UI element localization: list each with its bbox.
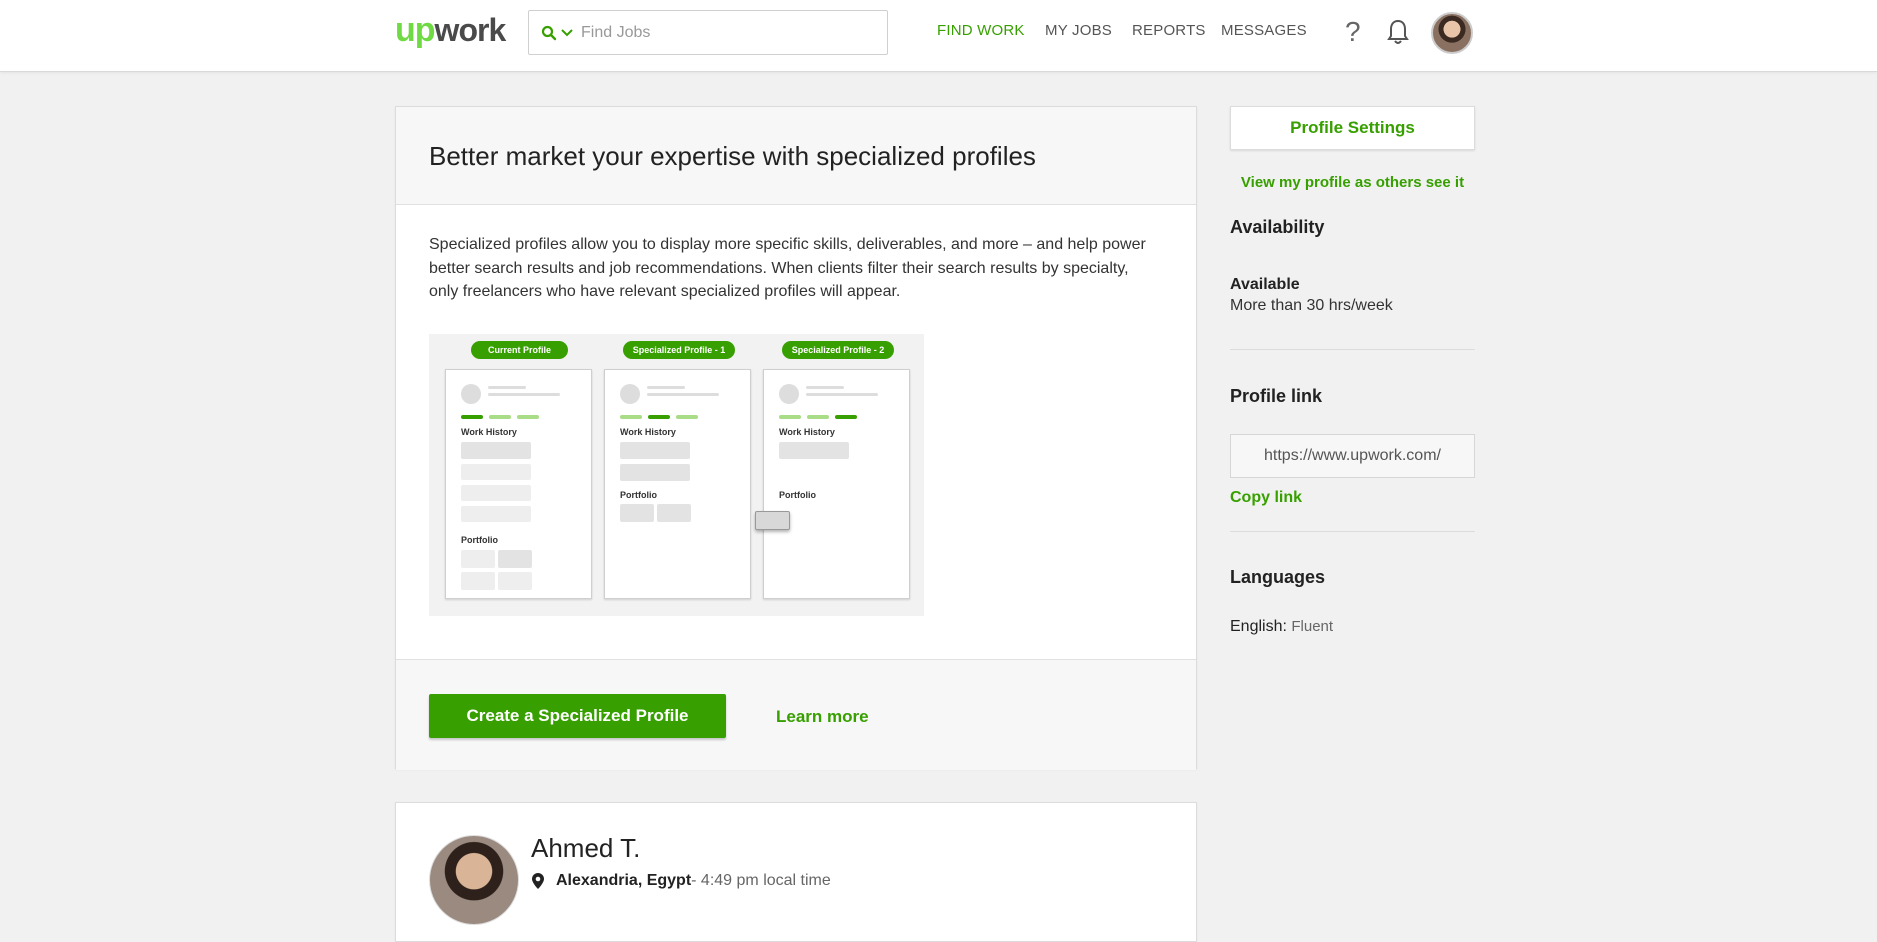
profile-card: Ahmed T. Alexandria, Egypt - 4:49 pm loc… — [395, 802, 1197, 942]
mockup-portfolio-label: Portfolio — [461, 534, 498, 545]
mockup-block — [461, 549, 495, 568]
profile-name: Ahmed T. — [531, 833, 641, 863]
create-specialized-profile-button[interactable]: Create a Specialized Profile — [429, 694, 726, 738]
profile-avatar — [429, 835, 519, 925]
bell-icon[interactable] — [1386, 18, 1410, 46]
profile-local-time: - 4:49 pm local time — [691, 872, 831, 889]
mockup-block — [620, 441, 690, 459]
logo-work: work — [434, 12, 507, 48]
mockup-block — [498, 571, 532, 590]
mockup-tab — [517, 414, 539, 419]
nav-messages[interactable]: MESSAGES — [1221, 22, 1307, 39]
mockup-block — [620, 503, 654, 522]
mockup-line — [647, 392, 719, 396]
mockup-block — [461, 571, 495, 590]
mockup-block — [498, 549, 532, 568]
availability-hours: More than 30 hrs/week — [1230, 297, 1393, 314]
mockup-tab — [489, 414, 511, 419]
logo-up: up — [395, 11, 436, 49]
user-avatar[interactable] — [1431, 12, 1473, 54]
profile-mockup-specialized-2: Work History Portfolio — [763, 368, 910, 599]
divider — [1230, 531, 1475, 532]
mockup-avatar — [620, 383, 640, 404]
mockup-work-history-label: Work History — [779, 426, 835, 437]
nav-find-work[interactable]: FIND WORK — [937, 22, 1025, 39]
divider — [1230, 349, 1475, 350]
mockup-line — [647, 385, 685, 389]
upwork-logo[interactable]: up work — [395, 11, 507, 51]
mockup-avatar — [461, 383, 481, 404]
profile-mockup-specialized-1: Work History Portfolio — [604, 368, 751, 599]
card-footer: Create a Specialized Profile Learn more — [396, 660, 1196, 770]
availability-heading: Availability — [1230, 217, 1325, 237]
search-icon — [541, 25, 557, 40]
promo-description: Specialized profiles allow you to displa… — [429, 236, 1146, 300]
mockup-tab — [461, 414, 483, 419]
mockup-block — [461, 441, 531, 459]
view-profile-as-others-link[interactable]: View my profile as others see it — [1230, 174, 1475, 191]
profile-mockup-current: Work History Portfolio — [445, 368, 592, 599]
location-pin-icon — [532, 873, 544, 889]
specialized-profiles-card: Better market your expertise with specia… — [395, 106, 1197, 770]
nav-reports[interactable]: REPORTS — [1132, 22, 1206, 39]
tag-specialized-profile-1: Specialized Profile - 1 — [623, 340, 735, 359]
search-type-dropdown[interactable] — [541, 25, 573, 41]
mockup-block — [620, 463, 690, 481]
language-entry: English: Fluent — [1230, 618, 1475, 636]
mockup-avatar — [779, 383, 799, 404]
specialized-profiles-illustration: Current Profile Work History Portfolio S… — [429, 333, 924, 616]
mockup-tab — [648, 414, 670, 419]
mockup-work-history-label: Work History — [620, 426, 676, 437]
mockup-line — [806, 392, 878, 396]
help-icon[interactable]: ? — [1345, 16, 1361, 48]
nav-my-jobs[interactable]: MY JOBS — [1045, 22, 1112, 39]
mockup-block — [461, 484, 531, 501]
mockup-tab — [779, 414, 801, 419]
promo-title: Better market your expertise with specia… — [429, 141, 1036, 171]
tag-current-profile: Current Profile — [471, 340, 568, 359]
mockup-portfolio-label: Portfolio — [779, 489, 816, 500]
chevron-down-icon — [561, 28, 573, 36]
mockup-tab — [676, 414, 698, 419]
top-navbar: upwork FIND WORK MY JOBS REPORTS MESSAGE… — [0, 0, 1877, 72]
mockup-block — [779, 441, 849, 459]
mockup-block — [461, 463, 531, 480]
tag-specialized-profile-2: Specialized Profile - 2 — [782, 340, 894, 359]
mockup-tab — [620, 414, 642, 419]
mockup-block — [461, 505, 531, 522]
search-box — [528, 10, 888, 55]
mockup-tab — [835, 414, 857, 419]
mockup-tab — [807, 414, 829, 419]
search-input[interactable] — [581, 23, 861, 42]
language-name: English: — [1230, 618, 1287, 635]
profile-link-field[interactable]: https://www.upwork.com/ — [1230, 434, 1475, 478]
sidebar: Profile Settings View my profile as othe… — [1230, 106, 1475, 636]
learn-more-link[interactable]: Learn more — [776, 707, 869, 727]
copy-link-button[interactable]: Copy link — [1230, 489, 1475, 507]
card-body: Specialized profiles allow you to displa… — [396, 205, 1196, 660]
profile-location: Alexandria, Egypt - 4:49 pm local time — [532, 872, 831, 890]
mockup-line — [488, 392, 560, 396]
mockup-work-history-label: Work History — [461, 426, 517, 437]
mockup-line — [488, 385, 526, 389]
mockup-portfolio-label: Portfolio — [620, 489, 657, 500]
mockup-block — [657, 503, 691, 522]
availability-status: Available — [1230, 276, 1300, 293]
languages-heading: Languages — [1230, 567, 1326, 587]
card-header: Better market your expertise with specia… — [396, 107, 1196, 205]
mockup-line — [806, 385, 844, 389]
language-level: Fluent — [1291, 618, 1334, 635]
profile-link-heading: Profile link — [1230, 386, 1323, 406]
profile-city: Alexandria, Egypt — [556, 872, 692, 889]
profile-settings-button[interactable]: Profile Settings — [1230, 106, 1475, 150]
mockup-dragged-block — [755, 510, 790, 530]
